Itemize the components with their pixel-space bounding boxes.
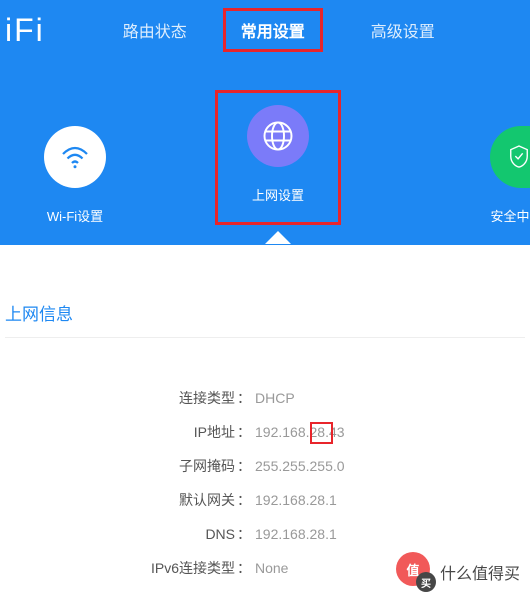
card-wifi-settings[interactable]: Wi-Fi设置 — [15, 126, 135, 225]
gateway-value: 192.168.28.1 — [255, 492, 337, 508]
card-net-label: 上网设置 — [218, 185, 338, 204]
wifi-icon — [44, 126, 106, 188]
globe-icon — [247, 105, 309, 167]
nav-route-status[interactable]: 路由状态 — [105, 8, 205, 52]
network-info-grid: 连接类型 ： DHCP IP地址 ： 192.168.28.43 子网掩码 ： … — [55, 388, 475, 578]
highlight-box — [310, 422, 333, 444]
active-indicator — [265, 231, 291, 244]
card-net-settings[interactable]: 上网设置 — [215, 90, 341, 225]
ipv6-label: IPv6连接类型 — [55, 558, 235, 578]
ip-value: 192.168.28.43 — [255, 424, 345, 440]
ipv6-value: None — [255, 560, 288, 576]
nav-common-settings[interactable]: 常用设置 — [223, 8, 323, 52]
card-security[interactable]: 安全中 — [490, 126, 530, 225]
dns-label: DNS — [55, 526, 235, 542]
watermark-text: 什么值得买 — [440, 560, 520, 584]
shield-icon — [490, 126, 530, 188]
gateway-label: 默认网关 — [55, 490, 235, 510]
card-wifi-label: Wi-Fi设置 — [15, 206, 135, 225]
row-conn-type: 连接类型 ： DHCP — [55, 388, 475, 408]
mask-label: 子网掩码 — [55, 456, 235, 476]
logo: iFi — [0, 12, 105, 49]
watermark-badge-2: 买 — [416, 572, 436, 592]
row-dns: DNS ： 192.168.28.1 — [55, 524, 475, 544]
card-security-label: 安全中 — [490, 206, 530, 225]
conn-type-value: DHCP — [255, 390, 295, 406]
ip-label: IP地址 — [55, 422, 235, 442]
row-ip: IP地址 ： 192.168.28.43 — [55, 422, 475, 442]
row-mask: 子网掩码 ： 255.255.255.0 — [55, 456, 475, 476]
row-gateway: 默认网关 ： 192.168.28.1 — [55, 490, 475, 510]
nav-advanced-settings[interactable]: 高级设置 — [353, 8, 453, 52]
section-title: 上网信息 — [5, 300, 525, 338]
dns-value: 192.168.28.1 — [255, 526, 337, 542]
conn-type-label: 连接类型 — [55, 388, 235, 408]
watermark: 值 买 什么值得买 — [396, 552, 520, 592]
mask-value: 255.255.255.0 — [255, 458, 345, 474]
